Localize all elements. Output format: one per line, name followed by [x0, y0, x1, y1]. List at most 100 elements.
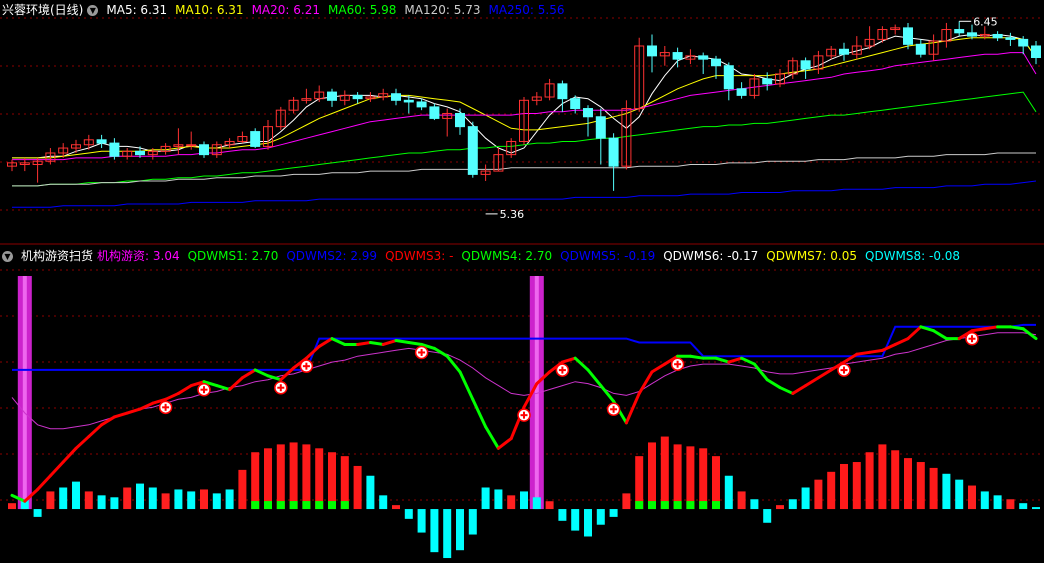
histogram-bar — [328, 452, 336, 510]
histogram-bar — [276, 444, 285, 510]
histogram-bar — [609, 509, 618, 517]
candle-body — [1005, 37, 1016, 40]
signal-line-segment — [317, 337, 334, 348]
histogram-bar — [468, 509, 477, 535]
histogram-bar — [788, 499, 797, 510]
signal-line-segment — [1008, 325, 1025, 331]
signal-line-segment — [765, 378, 782, 390]
histogram-bar — [148, 487, 157, 510]
histogram-bar-green-base — [686, 501, 695, 510]
histogram-bar — [430, 509, 439, 553]
signal-line-segment — [445, 354, 462, 374]
histogram-bar — [72, 481, 80, 510]
signal-line-segment — [87, 423, 104, 439]
candle-body — [839, 48, 849, 55]
candle-body — [954, 29, 965, 34]
histogram-bar — [801, 487, 810, 510]
histogram-bar — [417, 509, 426, 533]
signal-line-segment — [458, 370, 475, 401]
histogram-bar — [46, 491, 55, 510]
histogram-bar — [904, 458, 912, 510]
histogram-bar — [366, 475, 375, 510]
signal-line-segment — [356, 341, 372, 346]
histogram-bar — [878, 444, 887, 510]
histogram-bar — [59, 487, 68, 510]
candle-body — [698, 55, 709, 60]
signal-line-segment — [816, 368, 833, 380]
signal-line-segment — [983, 325, 1000, 331]
histogram-bar — [174, 489, 183, 510]
candle-body — [570, 98, 581, 110]
qdwms-legend-item: QDWMS7: 0.05 — [766, 249, 857, 263]
signal-line-segment — [714, 356, 731, 364]
blue-reference-line — [12, 323, 1036, 371]
histogram-bar — [955, 479, 964, 510]
candle-body — [1031, 45, 1041, 59]
histogram-bar — [532, 497, 541, 510]
histogram-bar — [520, 491, 528, 510]
histogram-bar — [852, 462, 861, 510]
histogram-bar — [763, 509, 772, 523]
candle-body — [199, 144, 209, 156]
signal-line-segment — [804, 376, 820, 388]
collapse-arrow-icon[interactable]: ▼ — [87, 4, 99, 16]
signal-line-segment — [932, 329, 948, 341]
stock-title: 兴蓉环境(日线) — [2, 3, 84, 17]
candle-body — [416, 101, 427, 108]
histogram-bar-green-base — [648, 501, 656, 510]
ma-legend: MA5: 6.31 MA10: 6.31 MA20: 6.21 MA60: 5.98 M… — [106, 2, 572, 18]
histogram-bar — [404, 509, 413, 519]
signal-line-segment — [381, 339, 398, 346]
histogram-bar — [200, 489, 208, 510]
ma-legend-item: MA60: 5.98 — [328, 3, 397, 17]
histogram-bar — [660, 436, 669, 510]
ma-legend-item: MA5: 6.31 — [106, 3, 168, 17]
collapse-arrow-icon-sub[interactable]: ▼ — [2, 250, 13, 262]
histogram-bar-green-base — [302, 501, 311, 510]
histogram-bar — [737, 491, 746, 510]
candle-body — [915, 43, 926, 55]
signal-line-segment — [637, 370, 654, 395]
histogram-bar — [1019, 503, 1028, 510]
signal-line-segment — [599, 384, 616, 403]
histogram-bar — [251, 452, 260, 510]
purple-column-highlight — [22, 276, 27, 510]
histogram-bar — [212, 493, 221, 510]
histogram-bar — [827, 471, 836, 510]
histogram-bar — [289, 442, 298, 510]
signal-line-segment — [240, 368, 257, 380]
histogram-bar — [558, 509, 567, 521]
signal-line-segment — [215, 384, 232, 392]
histogram-bar-green-base — [660, 501, 669, 510]
signal-line-segment — [100, 415, 116, 427]
histogram-bar-green-base — [635, 501, 644, 510]
candle-body — [467, 126, 478, 175]
signal-line-segment — [48, 460, 65, 478]
histogram-bar — [392, 505, 400, 510]
signal-line-segment — [855, 350, 872, 356]
candle-body — [135, 150, 145, 156]
signal-line-segment — [906, 325, 923, 341]
histogram-bar — [891, 450, 900, 510]
histogram-bar — [353, 465, 362, 510]
histogram-bar-green-base — [264, 501, 272, 510]
signal-line-segment — [880, 342, 897, 352]
histogram-bar — [33, 509, 42, 517]
histogram-bar-green-base — [276, 501, 285, 510]
ma-legend-item: MA120: 5.73 — [404, 3, 481, 17]
candle-body — [96, 139, 107, 144]
candle-body — [595, 116, 606, 139]
candle-body — [250, 131, 261, 147]
histogram-bar — [302, 444, 311, 510]
qdwms-legend-item: QDWMS1: 2.70 — [187, 249, 279, 263]
histogram-bar — [1032, 507, 1040, 510]
candle-body — [186, 144, 197, 147]
histogram-bar — [840, 463, 848, 510]
signal-line-segment — [484, 425, 500, 450]
signal-line-segment — [778, 386, 795, 395]
indicator-title: 机构游资扫货 — [21, 249, 94, 263]
candle-body — [1018, 38, 1029, 47]
histogram-bar — [686, 446, 695, 510]
signal-line-segment — [970, 327, 987, 333]
signal-line-segment — [228, 376, 244, 392]
